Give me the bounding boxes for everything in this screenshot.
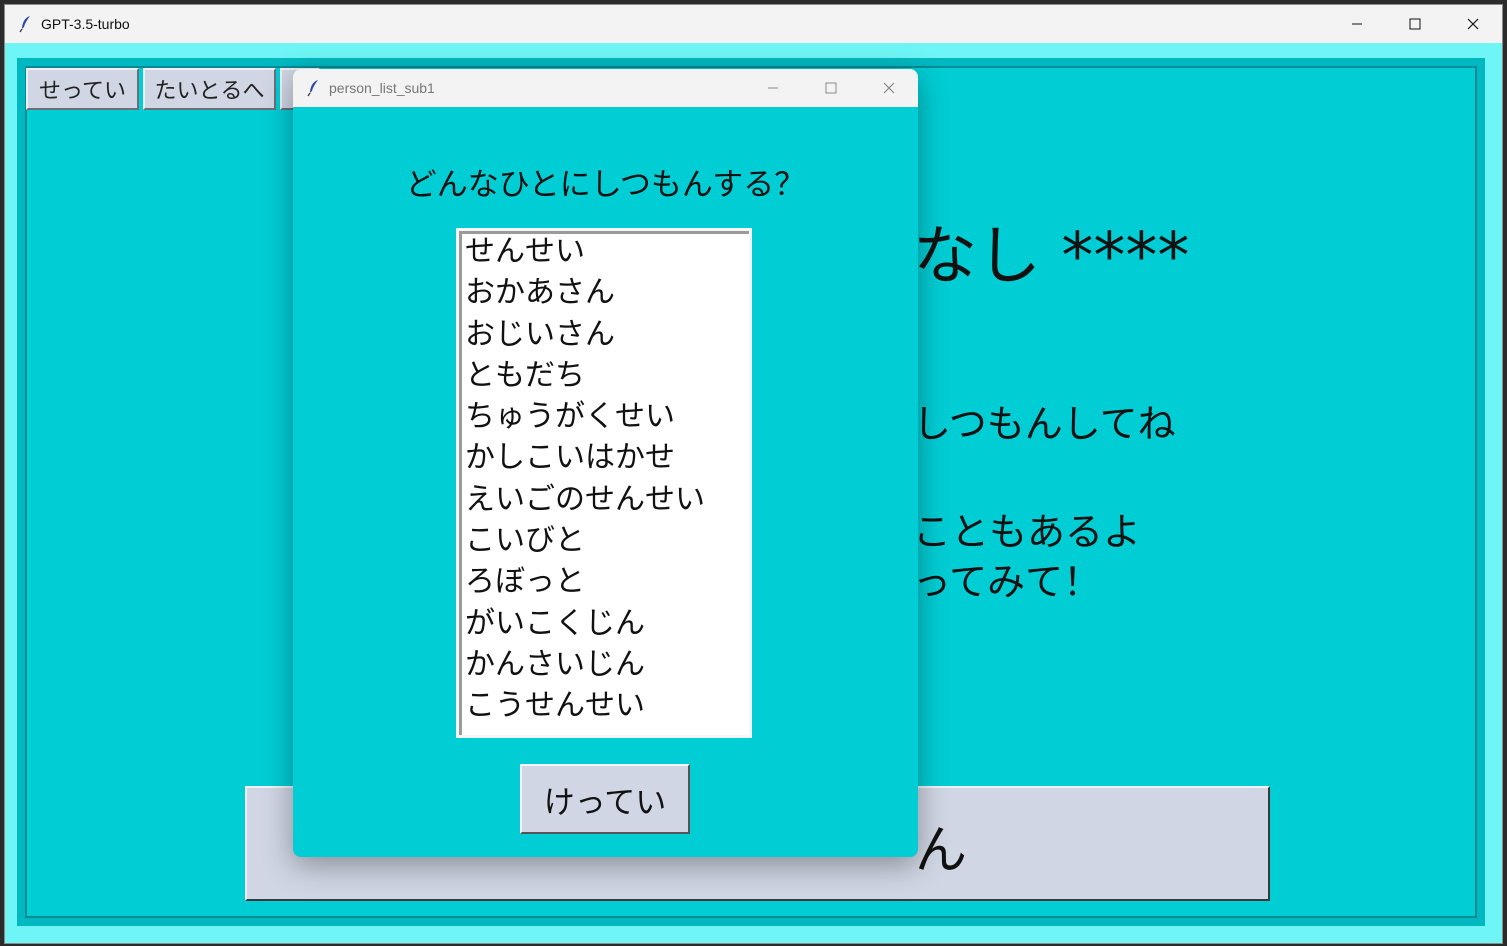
- dialog-maximize-button[interactable]: [802, 69, 860, 107]
- list-item[interactable]: せんせい: [459, 231, 749, 272]
- maximize-icon: [825, 82, 837, 94]
- maximize-button[interactable]: [1386, 5, 1444, 43]
- background-line-2: こともあるよ: [913, 510, 1142, 554]
- close-icon: [1467, 18, 1479, 30]
- background-line-1: しつもんしてね: [913, 402, 1176, 446]
- dialog-close-button[interactable]: [860, 69, 918, 107]
- question-label: どんなひとにしつもんする？: [405, 167, 806, 203]
- main-window-title: GPT-3.5-turbo: [41, 16, 130, 32]
- person-list-dialog: person_list_sub1 どんなひとにしつもんする？ せんせい おかあさ…: [293, 69, 918, 857]
- list-item[interactable]: かしこいはかせ: [459, 437, 749, 478]
- list-item[interactable]: こいびと: [459, 520, 749, 561]
- list-item[interactable]: かんさいじん: [459, 644, 749, 685]
- close-button[interactable]: [1444, 5, 1502, 43]
- list-item[interactable]: おかあさん: [459, 272, 749, 313]
- list-item[interactable]: がいこくじん: [459, 603, 749, 644]
- background-line-3: ってみて！: [913, 560, 1102, 604]
- list-item[interactable]: こうせんせい: [459, 685, 749, 726]
- dialog-titlebar[interactable]: person_list_sub1: [293, 69, 918, 107]
- minimize-button[interactable]: [1328, 5, 1386, 43]
- minimize-icon: [768, 87, 778, 89]
- dialog-minimize-button[interactable]: [744, 69, 802, 107]
- list-item[interactable]: おじいさん: [459, 314, 749, 355]
- feather-icon: [305, 79, 323, 97]
- background-heading: なし ****: [913, 220, 1190, 294]
- settings-button[interactable]: せってい: [26, 68, 139, 110]
- dialog-title: person_list_sub1: [329, 80, 435, 96]
- close-icon: [883, 82, 895, 94]
- person-listbox[interactable]: せんせい おかあさん おじいさん ともだち ちゅうがくせい かしこいはかせ えい…: [456, 228, 752, 738]
- maximize-icon: [1409, 18, 1421, 30]
- feather-icon: [17, 15, 35, 33]
- main-titlebar[interactable]: GPT-3.5-turbo: [5, 5, 1502, 43]
- list-item[interactable]: えいごのせんせい: [459, 479, 749, 520]
- decide-button[interactable]: けってい: [520, 764, 690, 834]
- big-button-label: ん: [915, 821, 968, 881]
- list-item[interactable]: ろぼっと: [459, 561, 749, 602]
- minimize-icon: [1352, 23, 1362, 25]
- list-item[interactable]: ともだち: [459, 355, 749, 396]
- to-title-button[interactable]: たいとるへ: [143, 68, 276, 110]
- list-item[interactable]: ちゅうがくせい: [459, 396, 749, 437]
